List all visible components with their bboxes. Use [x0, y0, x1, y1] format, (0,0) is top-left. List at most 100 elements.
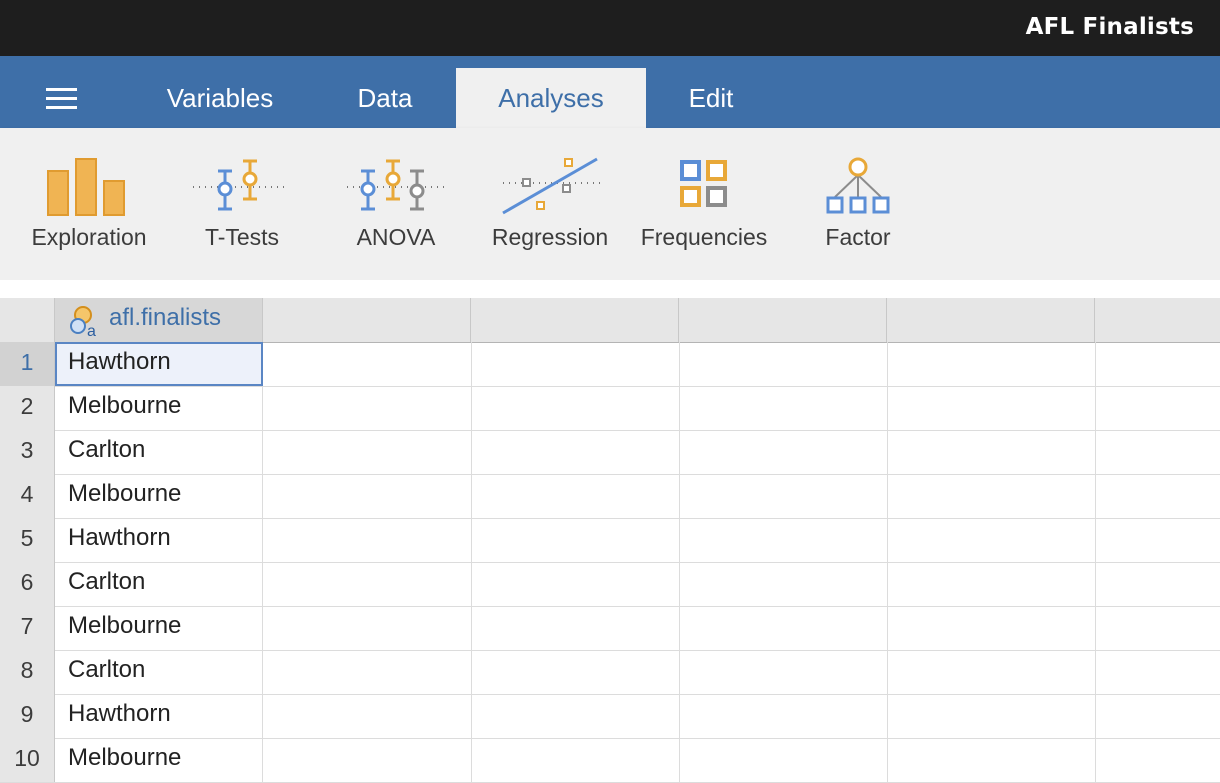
factor-button[interactable]: Factor: [783, 150, 933, 260]
empty-cell[interactable]: [887, 562, 1096, 606]
data-cell[interactable]: Carlton: [55, 650, 263, 694]
empty-cell[interactable]: [1095, 474, 1220, 518]
empty-cell[interactable]: [471, 738, 680, 782]
column-header-empty[interactable]: [887, 298, 1095, 342]
empty-cell[interactable]: [887, 650, 1096, 694]
spreadsheet: a afl.finalists 1 Hawthorn 2 Melbourne 3 Carl…: [0, 280, 1220, 783]
exploration-button[interactable]: Exploration: [14, 150, 164, 260]
column-header-empty[interactable]: [263, 298, 471, 342]
empty-cell[interactable]: [471, 518, 680, 562]
empty-cell[interactable]: [887, 694, 1096, 738]
anova-label: ANOVA: [356, 224, 436, 250]
empty-cell[interactable]: [471, 430, 680, 474]
empty-cell[interactable]: [887, 342, 1096, 386]
empty-cell[interactable]: [1095, 386, 1220, 430]
empty-cell[interactable]: [887, 738, 1096, 782]
empty-cell[interactable]: [263, 342, 472, 386]
data-cell[interactable]: Hawthorn: [55, 342, 263, 386]
tab-variables[interactable]: Variables: [126, 68, 314, 128]
empty-cell[interactable]: [471, 606, 680, 650]
empty-cell[interactable]: [887, 474, 1096, 518]
empty-cell[interactable]: [679, 694, 888, 738]
empty-cell[interactable]: [1095, 738, 1220, 782]
empty-cell[interactable]: [263, 650, 472, 694]
t-tests-label: T-Tests: [204, 224, 280, 250]
empty-cell[interactable]: [679, 386, 888, 430]
table-row: 4 Melbourne: [0, 474, 1220, 519]
empty-cell[interactable]: [1095, 342, 1220, 386]
row-number[interactable]: 10: [0, 738, 55, 782]
empty-cell[interactable]: [679, 562, 888, 606]
tab-edit[interactable]: Edit: [648, 68, 774, 128]
empty-cell[interactable]: [263, 386, 472, 430]
empty-cell[interactable]: [887, 606, 1096, 650]
empty-cell[interactable]: [263, 738, 472, 782]
row-number[interactable]: 6: [0, 562, 55, 606]
row-number[interactable]: 1: [0, 342, 55, 386]
analyses-ribbon: Exploration T-Tests ANOVA Regression Fre…: [0, 128, 1220, 280]
empty-cell[interactable]: [1095, 430, 1220, 474]
empty-cell[interactable]: [263, 562, 472, 606]
column-header-afl-finalists[interactable]: a afl.finalists: [55, 298, 263, 342]
bar-chart-icon: [47, 158, 125, 216]
hamburger-menu-icon[interactable]: [46, 88, 78, 110]
frequencies-label: Frequencies: [640, 224, 768, 250]
data-cell[interactable]: Melbourne: [55, 606, 263, 650]
row-number[interactable]: 4: [0, 474, 55, 518]
column-header-empty[interactable]: [471, 298, 679, 342]
empty-cell[interactable]: [679, 606, 888, 650]
column-header-row: a afl.finalists: [0, 298, 1220, 343]
empty-cell[interactable]: [1095, 562, 1220, 606]
row-number[interactable]: 5: [0, 518, 55, 562]
column-header-empty[interactable]: [1095, 298, 1220, 342]
empty-cell[interactable]: [679, 650, 888, 694]
data-cell[interactable]: Hawthorn: [55, 694, 263, 738]
data-cell[interactable]: Melbourne: [55, 386, 263, 430]
row-number[interactable]: 3: [0, 430, 55, 474]
empty-cell[interactable]: [471, 342, 680, 386]
empty-cell[interactable]: [679, 474, 888, 518]
table-row: 3 Carlton: [0, 430, 1220, 475]
frequencies-icon: [680, 160, 727, 207]
empty-cell[interactable]: [471, 386, 680, 430]
empty-cell[interactable]: [263, 430, 472, 474]
data-cell[interactable]: Melbourne: [55, 474, 263, 518]
empty-cell[interactable]: [679, 342, 888, 386]
corner-cell: [0, 298, 55, 342]
regression-button[interactable]: Regression: [475, 150, 625, 260]
column-header-empty[interactable]: [679, 298, 887, 342]
empty-cell[interactable]: [263, 518, 472, 562]
t-tests-button[interactable]: T-Tests: [167, 150, 317, 260]
empty-cell[interactable]: [1095, 606, 1220, 650]
empty-cell[interactable]: [263, 606, 472, 650]
empty-cell[interactable]: [887, 518, 1096, 562]
row-number[interactable]: 2: [0, 386, 55, 430]
data-cell[interactable]: Hawthorn: [55, 518, 263, 562]
anova-button[interactable]: ANOVA: [321, 150, 471, 260]
empty-cell[interactable]: [1095, 694, 1220, 738]
empty-cell[interactable]: [263, 474, 472, 518]
frequencies-button[interactable]: Frequencies: [629, 150, 779, 260]
empty-cell[interactable]: [679, 518, 888, 562]
data-cell[interactable]: Carlton: [55, 430, 263, 474]
row-number[interactable]: 7: [0, 606, 55, 650]
data-cell[interactable]: Carlton: [55, 562, 263, 606]
empty-cell[interactable]: [471, 562, 680, 606]
empty-cell[interactable]: [471, 474, 680, 518]
empty-cell[interactable]: [679, 738, 888, 782]
empty-cell[interactable]: [887, 430, 1096, 474]
tab-data[interactable]: Data: [316, 68, 454, 128]
empty-cell[interactable]: [887, 386, 1096, 430]
table-row: 6 Carlton: [0, 562, 1220, 607]
data-cell[interactable]: Melbourne: [55, 738, 263, 782]
tab-analyses[interactable]: Analyses: [456, 68, 646, 128]
row-number[interactable]: 8: [0, 650, 55, 694]
empty-cell[interactable]: [263, 694, 472, 738]
empty-cell[interactable]: [679, 430, 888, 474]
regression-icon: [502, 157, 601, 215]
row-number[interactable]: 9: [0, 694, 55, 738]
empty-cell[interactable]: [1095, 518, 1220, 562]
empty-cell[interactable]: [471, 694, 680, 738]
empty-cell[interactable]: [471, 650, 680, 694]
empty-cell[interactable]: [1095, 650, 1220, 694]
